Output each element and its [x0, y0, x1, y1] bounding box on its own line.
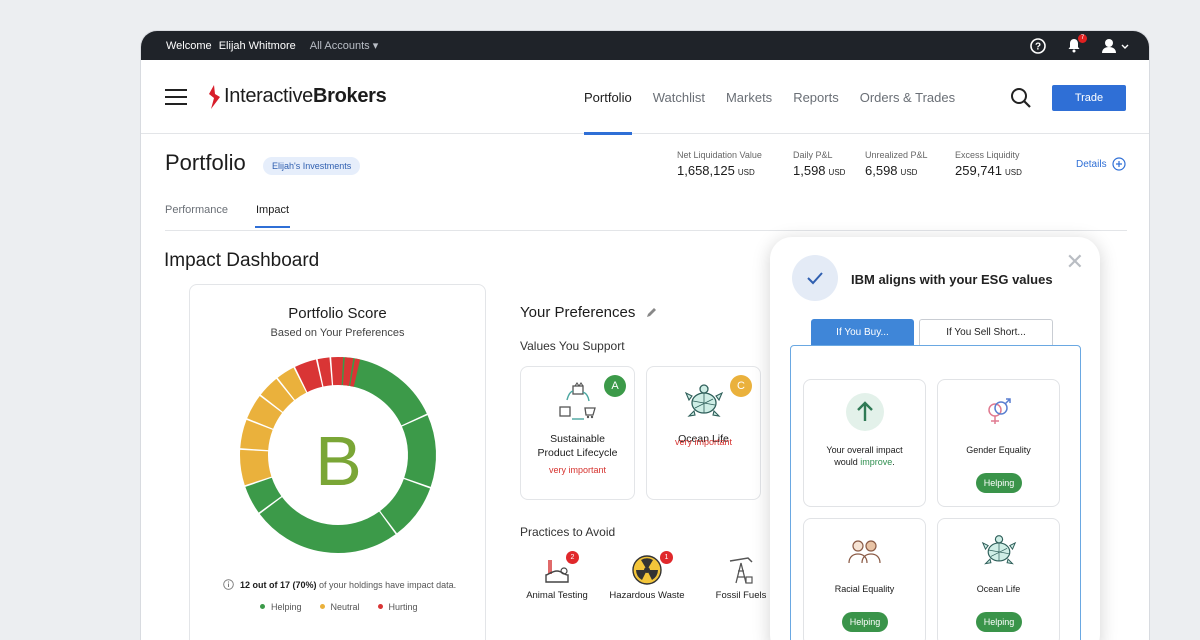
info-icon	[223, 579, 234, 590]
grade-badge: A	[604, 375, 626, 397]
avoid-hazardous-waste[interactable]: 1 Hazardous Waste	[607, 551, 687, 601]
value-card-ocean-life[interactable]: C Ocean Life very important	[646, 366, 761, 500]
donut-segment-hurting	[317, 357, 333, 387]
helping-badge: Helping	[976, 473, 1022, 493]
esg-popover: ✕ IBM aligns with your ESG values If You…	[770, 237, 1100, 640]
donut-segment-hurting	[350, 358, 361, 387]
value-importance: very important	[674, 437, 733, 447]
main-nav: Interactive Brokers Portfolio Watchlist M…	[141, 60, 1149, 135]
impact-card-ocean-life: Ocean Life Helping	[937, 518, 1060, 640]
dashboard-title: Impact Dashboard	[164, 250, 320, 271]
impact-label: Racial Equality	[834, 584, 895, 594]
brand-mark-icon	[209, 84, 220, 109]
user-name: Elijah Whitmore	[218, 39, 296, 52]
check-icon	[792, 255, 838, 301]
avoid-count: 2	[566, 551, 579, 564]
impact-label: Your overall impact would improve.	[826, 445, 903, 467]
avoid-fossil-fuels[interactable]: Fossil Fuels	[701, 553, 781, 601]
page-title: Portfolio	[165, 150, 246, 175]
oil-pump-icon	[729, 557, 753, 584]
popover-title: IBM aligns with your ESG values	[851, 272, 1053, 287]
preferences-section: Your Preferences	[520, 304, 658, 321]
donut-segment-hurting	[295, 359, 323, 393]
value-importance: very important	[548, 465, 607, 475]
score-subtitle: Based on Your Preferences	[270, 327, 405, 339]
svg-text:?: ?	[1035, 41, 1041, 52]
portfolio-score-card: Portfolio Score Based on Your Preference…	[189, 284, 486, 640]
legend-helping: Helping	[260, 602, 302, 612]
preferences-title: Your Preferences	[520, 304, 636, 321]
nav-portfolio[interactable]: Portfolio	[584, 60, 632, 135]
top-bar: Welcome Elijah Whitmore All Accounts ▾ ?…	[141, 31, 1149, 60]
impact-label: Gender Equality	[966, 445, 1031, 455]
helping-badge: Helping	[976, 612, 1022, 632]
brand-logo[interactable]: Interactive Brokers	[207, 84, 387, 109]
app-window: Welcome Elijah Whitmore All Accounts ▾ ?…	[141, 31, 1149, 640]
nav-orders-trades[interactable]: Orders & Trades	[860, 60, 955, 134]
helping-badge: Helping	[842, 612, 888, 632]
arrow-up-icon	[845, 393, 884, 431]
menu-icon[interactable]	[165, 88, 187, 105]
value-card-sustainable[interactable]: A Sustainable Product Lifecycle very impo…	[520, 366, 635, 500]
details-link[interactable]: Details	[1076, 157, 1126, 171]
plus-circle-icon	[1111, 157, 1126, 171]
tab-if-you-buy[interactable]: If You Buy...	[811, 319, 914, 345]
score-grade: B	[315, 422, 362, 500]
score-title: Portfolio Score	[288, 305, 387, 322]
notification-count: 7	[1078, 33, 1087, 43]
welcome-text: Welcome Elijah Whitmore	[166, 39, 296, 52]
legend-hurting: Hurting	[378, 602, 418, 612]
trade-button[interactable]: Trade	[1052, 85, 1126, 111]
accounts-dropdown[interactable]: All Accounts ▾	[310, 39, 379, 52]
avoid-label: Practices to Avoid	[520, 525, 616, 539]
sub-tabs: Performance Impact	[165, 202, 1127, 231]
value-name: Sustainable Product Lifecycle	[537, 433, 618, 459]
donut-segment-neutral	[277, 367, 307, 401]
turtle-icon	[981, 535, 1016, 565]
help-icon[interactable]: ?	[1029, 37, 1047, 55]
impact-card-racial-equality: Racial Equality Helping	[803, 518, 926, 640]
values-label: Values You Support	[520, 339, 625, 353]
avoid-animal-testing[interactable]: 2 Animal Testing	[517, 551, 597, 601]
nav-watchlist[interactable]: Watchlist	[653, 60, 705, 134]
tab-performance[interactable]: Performance	[165, 204, 228, 216]
close-icon[interactable]: ✕	[1066, 249, 1084, 275]
user-menu-icon[interactable]	[1101, 37, 1131, 55]
stat-unrealized-pnl: Unrealized P&L 6,598 USD	[865, 150, 928, 178]
stat-excess-liquidity: Excess Liquidity 259,741 USD	[955, 150, 1022, 178]
donut-segment-hurting	[342, 357, 354, 386]
avoid-count: 1	[660, 551, 673, 564]
stat-daily-pnl: Daily P&L 1,598 USD	[793, 150, 846, 178]
coverage-note: 12 out of 17 (70%) of your holdings have…	[223, 579, 456, 590]
legend-neutral: Neutral	[320, 602, 360, 612]
impact-panel: Your overall impact would improve. Gende…	[790, 345, 1081, 640]
bell-icon[interactable]: 7	[1065, 33, 1087, 55]
tab-impact[interactable]: Impact	[254, 204, 291, 228]
gender-icon	[987, 398, 1011, 424]
people-icon	[847, 540, 881, 564]
impact-card-overall: Your overall impact would improve.	[803, 379, 926, 507]
donut-segment-neutral	[260, 378, 295, 413]
radiation-icon	[632, 555, 662, 585]
donut-segment-helping	[259, 496, 396, 553]
edit-pencil-icon[interactable]	[645, 306, 658, 319]
nav-reports[interactable]: Reports	[793, 60, 839, 134]
score-legend: Helping Neutral Hurting	[260, 602, 418, 612]
stat-net-liquidation: Net Liquidation Value 1,658,125 USD	[677, 150, 762, 178]
impact-card-gender-equality: Gender Equality Helping	[937, 379, 1060, 507]
account-pill[interactable]: Elijah's Investments	[263, 157, 361, 175]
search-icon[interactable]	[1010, 87, 1032, 114]
impact-label: Ocean Life	[976, 584, 1021, 594]
grade-badge: C	[730, 375, 752, 397]
tab-if-you-sell-short[interactable]: If You Sell Short...	[919, 319, 1053, 345]
nav-markets[interactable]: Markets	[726, 60, 772, 134]
